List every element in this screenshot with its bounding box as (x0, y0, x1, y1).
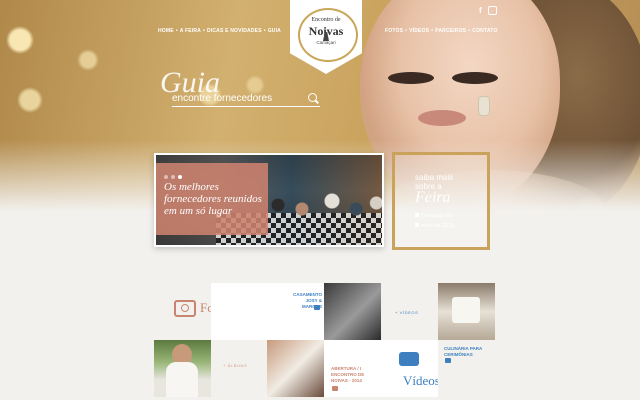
blank-tile (211, 283, 267, 340)
feira-title: Feira (415, 189, 451, 206)
nav-a-feira[interactable]: A FEIRA (180, 28, 201, 34)
feira-location: Camaçari-Ba (415, 213, 453, 219)
albuns-photo[interactable] (154, 340, 211, 397)
feira-date: maio de 2015 (415, 223, 454, 229)
nav-contato[interactable]: CONTATO (472, 28, 497, 34)
gallery-icon (314, 305, 320, 310)
slider-dots (164, 175, 182, 179)
video-camera-icon (399, 352, 419, 366)
logo-text-top: Encontro de (311, 17, 341, 23)
nav-home[interactable]: HOME (158, 28, 174, 34)
feature-slider[interactable]: Os melhores fornecedores reunidos em um … (154, 153, 384, 247)
guia-search-placeholder: encontre fornecedores (172, 93, 273, 104)
nav-separator: • (405, 28, 408, 34)
nav-videos[interactable]: VÍDEOS (409, 28, 429, 34)
model-eye-right (452, 72, 498, 84)
gallery-icon (445, 358, 451, 363)
search-icon[interactable] (308, 93, 317, 102)
slide-caption: Os melhores fornecedores reunidos em um … (164, 181, 262, 217)
slider-dot-active[interactable] (178, 175, 182, 179)
slide-photo-crowd (266, 185, 382, 225)
videos-tile[interactable]: Vídeos (381, 340, 440, 397)
model-lips (418, 110, 466, 126)
facebook-icon[interactable]: f (479, 6, 482, 15)
main-nav-left: HOME • A FEIRA • DICAS E NOVIDADES • GUIA (158, 28, 281, 34)
videos-tag-tile[interactable]: + VÍDEOS (381, 283, 438, 340)
location-pin-icon (415, 213, 419, 217)
instagram-icon[interactable] (488, 6, 497, 15)
guia-search-input[interactable]: encontre fornecedores (172, 92, 320, 107)
nav-separator: • (468, 28, 471, 34)
nav-separator: • (431, 28, 434, 34)
slide-caption-box: Os melhores fornecedores reunidos em um … (156, 163, 268, 235)
nav-guia[interactable]: GUIA (268, 28, 281, 34)
model-eye-left (388, 72, 434, 84)
model-earring (478, 96, 490, 116)
casamento-photo[interactable] (324, 283, 381, 340)
feira-info-box[interactable]: saiba mais sobre a Feira Camaçari-Ba mai… (392, 152, 490, 250)
slider-dot[interactable] (164, 175, 168, 179)
calendar-icon (415, 223, 419, 227)
culinaria-photo[interactable] (438, 283, 495, 340)
culinaria-tile[interactable]: CULINÁRIA PARA CERIMÔNIAS (438, 340, 495, 397)
abertura-tile[interactable]: ABERTURA / I ENCONTRO DE NOIVAS - 2014 (324, 340, 381, 397)
camera-icon (174, 300, 196, 317)
nav-parceiros[interactable]: PARCEIROS (435, 28, 466, 34)
albuns-tag-tile[interactable]: + ÁLBUNS (211, 340, 267, 397)
videos-tag[interactable]: + VÍDEOS (395, 310, 418, 315)
nav-fotos[interactable]: FOTOS (385, 28, 403, 34)
nav-separator: • (175, 28, 178, 34)
feira-date-text: maio de 2015 (421, 223, 455, 229)
main-nav-right: FOTOS • VÍDEOS • PARCEIROS • CONTATO (385, 28, 498, 34)
casamento-tile[interactable]: CASAMENTO JOSY & MARCOS (267, 283, 324, 340)
albuns-tag[interactable]: + ÁLBUNS (223, 363, 247, 368)
feira-location-text: Camaçari-Ba (421, 213, 454, 219)
nav-dicas[interactable]: DICAS E NOVIDADES (207, 28, 262, 34)
abertura-title: ABERTURA / I ENCONTRO DE NOIVAS - 2014 (331, 366, 365, 383)
abertura-photo[interactable] (267, 340, 324, 397)
culinaria-title: CULINÁRIA PARA CERIMÔNIAS (444, 346, 483, 357)
logo-text-sub: Camaçari (316, 40, 336, 45)
nav-separator: • (202, 28, 205, 34)
slider-dot[interactable] (171, 175, 175, 179)
nav-separator: • (263, 28, 266, 34)
gallery-icon (332, 386, 338, 391)
videos-label: Vídeos (403, 373, 440, 388)
